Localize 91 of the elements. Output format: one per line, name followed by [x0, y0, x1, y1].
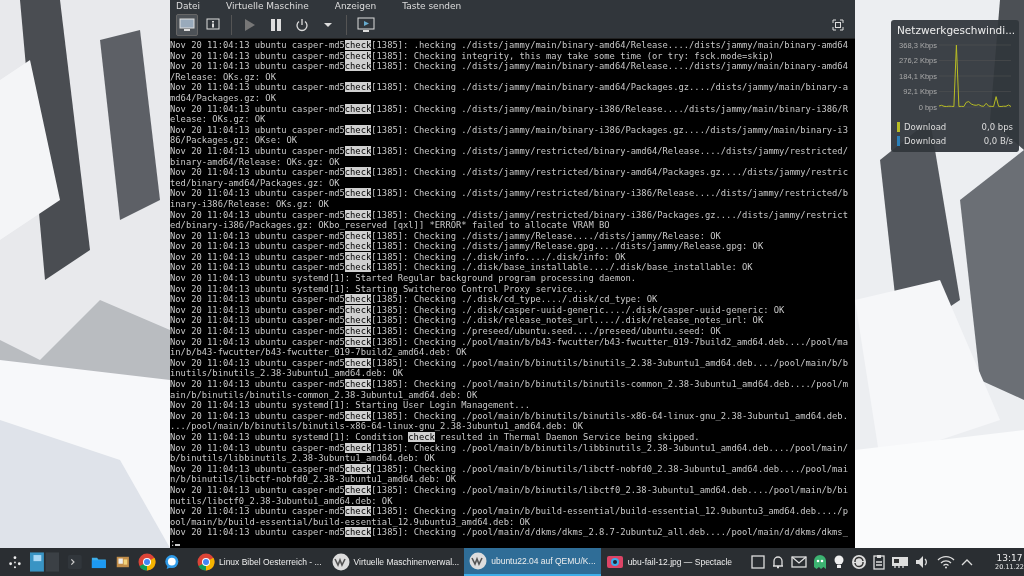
clock-time: 13:17: [996, 553, 1023, 563]
pause-icon: [270, 18, 282, 32]
console-line: .../pool/main/b/binutils/binutils-x86-64-linux-gnu_2.38-3ubuntu1_amd64.deb: OK: [170, 421, 585, 432]
console-line: Nov 20 11:04:13 ubuntu casper-md5check[1385]: .hecking ./dists/jammy/main/binary-amd64/Release..../dists/jammy/main/binary-amd64: [170, 40, 849, 51]
mail-icon[interactable]: [791, 556, 808, 568]
desktop-pager[interactable]: [29, 551, 60, 573]
console-line: ed/binary-i386/Packages.gz: OKbo_reserved [qxl]] *ERROR* failed to allocate VRAM BO: [170, 220, 611, 231]
console-line: Nov 20 11:04:13 ubuntu casper-md5check[1385]: Checking ./pool/main/b/binutils/libctf-nobfd0_2.38-3ubuntu1_amd64.deb..../pool/mai: [170, 463, 849, 475]
console-line: n/b/binutils/libctf-nobfd0_2.38-3ubuntu1_amd64.deb: OK: [170, 474, 457, 485]
console-line: inary-i386/Release: OKs.gz: OK: [170, 198, 330, 210]
ghost-icon[interactable]: [813, 554, 828, 570]
console-line: Nov 20 11:04:13 ubuntu casper-md5check[1385]: Checking ./dists/jammy/restricted/binary-i386/Release..../dists/jammy/restricted/b: [170, 188, 849, 199]
files-icon[interactable]: [114, 554, 131, 570]
task-button[interactable]: Linux Bibel Oesterreich - ...: [192, 548, 327, 576]
network-card-icon[interactable]: [891, 555, 910, 569]
console-line: Nov 20 11:04:13 ubuntu casper-md5check[1385]: Checking ./pool/main/d/dkms/dkms_2.8.7-2ubuntu2_all.deb..../pool/main/d/dkms/dkms_: [170, 527, 849, 538]
console-line: in/b/b43-fwcutter/b43-fwcutter_019-7build2_amd64.deb: OK: [170, 347, 468, 358]
console-line: Nov 20 11:04:13 ubuntu casper-md5check[1385]: Checking ./pool/main/b/binutils/libctf0_2.38-3ubuntu1_amd64.deb..../pool/main/b/bi: [170, 484, 849, 496]
chat-icon[interactable]: [164, 553, 180, 571]
console-line: Nov 20 11:04:13 ubuntu casper-md5check[1385]: Checking ./dists/jammy/restricted/binary-amd64/Packages.gz..../dists/jammy/restric: [170, 167, 849, 178]
vm-icon: [469, 552, 488, 570]
console-line: Nov 20 11:04:13 ubuntu systemd[1]: Starting Switcheroo Control Proxy service...: [170, 283, 590, 295]
console-line: Nov 20 11:04:13 ubuntu casper-md5check[1385]: Checking ./pool/main/b/binutils/binutils-x86-64-linux-gnu_2.38-3ubuntu1_amd64.deb.: [170, 410, 849, 422]
console-line: nutils/libctf0_2.38-3ubuntu1_amd64.deb: OK: [170, 495, 394, 507]
console-line: b/binutils/libbinutils_2.38-3ubuntu1_amd64.deb: OK: [170, 453, 436, 464]
console-line: Nov 20 11:04:13 ubuntu casper-md5check[1385]: Checking ./.disk/cd_type..../.disk/cd_type: OK: [170, 294, 659, 305]
console-line: Nov 20 11:04:13 ubuntu casper-md5check[1385]: Checking ./.disk/base_installable..../.disk/base_installable: OK: [170, 262, 754, 274]
terminal-icon[interactable]: [67, 553, 84, 571]
clipboard-icon[interactable]: [873, 554, 886, 570]
caret-icon: [324, 22, 332, 28]
console-line: :: [170, 537, 855, 548]
console-line: Nov 20 11:04:13 ubuntu casper-md5check[1385]: Checking ./dists/jammy/main/binary-i386/Packages.gz..../dists/jammy/main/binary-i3: [170, 124, 849, 136]
console-line: Nov 20 11:04:13 ubuntu casper-md5check[1385]: Checking ./pool/main/b/b43-fwcutter/b43-fwcutter_019-7build2_amd64.deb..../pool/ma: [170, 336, 849, 348]
console-line: inutils/binutils_2.38-3ubuntu1_amd64.deb: OK: [170, 368, 405, 379]
square-icon[interactable]: [751, 555, 766, 569]
console-line: Nov 20 11:04:13 ubuntu casper-md5check[1385]: Checking ./.disk/info..../.disk/info: OK: [170, 251, 627, 263]
legend-value: 0,0 B/s: [983, 136, 1013, 146]
console-line: md64/Packages.gz: OK: [170, 92, 277, 104]
console-line: binary-amd64/Release: OKs.gz: OK: [170, 156, 341, 168]
play-icon: [244, 18, 256, 32]
legend-value: 0,0 bps: [981, 122, 1013, 132]
console-line: Nov 20 11:04:13 ubuntu casper-md5check[1385]: Checking ./pool/main/b/binutils/binutils_2.38-3ubuntu1_amd64.deb..../pool/main/b/b: [170, 357, 849, 369]
console-line: Nov 20 11:04:13 ubuntu casper-md5check[1385]: Checking ./.disk/release_notes_url..../.disk/release_notes_url: OK: [170, 315, 765, 327]
console-line: Nov 20 11:04:13 ubuntu casper-md5check[1385]: Checking ./dists/jammy/restricted/binary-i386/Packages.gz..../dists/jammy/restrict: [170, 209, 849, 221]
legend-label: Download: [904, 122, 947, 132]
task-button[interactable]: ubuntu22.04 auf QEMU/K...: [464, 548, 601, 576]
task-button[interactable]: ubu-fail-12.jpg — Spectacle: [600, 548, 738, 576]
menu-item[interactable]: Virtuelle Maschine: [226, 1, 309, 11]
console-line: Nov 20 11:04:13 ubuntu systemd[1]: Starting User Login Management...: [170, 400, 532, 411]
console-line: ted/binary-amd64/Packages.gz: OK: [170, 177, 341, 189]
vm-icon: [331, 553, 350, 571]
console-line: Nov 20 11:04:13 ubuntu casper-md5check[1385]: Checking ./dists/jammy/restricted/binary-amd64/Release..../dists/jammy/restricted/: [170, 145, 849, 157]
widget-title: Netzwerkgeschwindi...: [897, 24, 1013, 36]
console-line: Nov 20 11:04:13 ubuntu systemd[1]: Condition check resulted in Thermal Daemon Service being skipped.: [170, 431, 701, 443]
menu-item[interactable]: Datei: [176, 1, 200, 11]
console-line: Nov 20 11:04:13 ubuntu casper-md5check[1385]: Checking integrity, this may take some time (or try: fsck.mode=skip): [170, 50, 775, 62]
menu-item[interactable]: Taste senden: [402, 1, 462, 11]
monitor-icon: [179, 18, 195, 32]
console-line: Nov 20 11:04:13 ubuntu systemd[1]: Started Regular background program processing daemon.: [170, 273, 638, 284]
console-line: ain/b/binutils/binutils-common_2.38-3ubuntu1_amd64.deb: OK: [170, 389, 479, 401]
wifi-icon[interactable]: [937, 555, 956, 569]
toolbar-button[interactable]: [176, 14, 198, 36]
task-button[interactable]: Virtuelle Maschinenverwal...: [326, 548, 465, 576]
spectacle-icon: [605, 554, 624, 570]
legend-label: Download: [904, 136, 947, 146]
console-line: elease: OKs.gz: OK: [170, 114, 267, 125]
menu-item[interactable]: Anzeigen: [334, 1, 377, 11]
app-launcher-icon[interactable]: [8, 554, 22, 570]
screen-icon: [357, 17, 375, 33]
console-line: Nov 20 11:04:13 ubuntu casper-md5check[1385]: Checking ./pool/main/b/binutils/binutils-common_2.38-3ubuntu1_amd64.deb..../pool/m: [170, 379, 849, 390]
console-line: Nov 20 11:04:13 ubuntu casper-md5check[1385]: Checking ./dists/jammy/main/binary-amd64/Packages.gz..../dists/jammy/main/binary-a: [170, 82, 849, 93]
console-line: Nov 20 11:04:13 ubuntu casper-md5check[1385]: Checking ./dists/jammy/Release.gpg..../dists/jammy/Release.gpg: OK: [170, 241, 765, 252]
console-line: Nov 20 11:04:13 ubuntu casper-md5check[1385]: Checking ./preseed/ubuntu.seed..../preseed/ubuntu.seed: OK: [170, 326, 722, 337]
bulb-icon[interactable]: [833, 554, 846, 570]
bell-icon[interactable]: [771, 555, 786, 569]
power-icon: [295, 18, 309, 32]
console-line: /Release: OKs.gz: OK: [170, 71, 277, 83]
console-line: Nov 20 11:04:13 ubuntu casper-md5check[1385]: Checking ./pool/main/b/build-essential/build-essential_12.9ubuntu3_amd64.deb..../p: [170, 506, 849, 517]
sync-icon[interactable]: [851, 554, 868, 570]
console-line: Nov 20 11:04:13 ubuntu casper-md5check[1385]: Checking ./dists/jammy/main/binary-i386/Release..../dists/jammy/main/binary-i386/R: [170, 103, 849, 115]
console-line: Nov 20 11:04:13 ubuntu casper-md5check[1385]: Checking ./.disk/casper-uuid-generic..../.disk/casper-uuid-generic: OK: [170, 304, 786, 316]
console-line: 86/Packages.gz: OKse: OK: [170, 135, 299, 146]
text-cursor: [175, 544, 181, 546]
console-line: Nov 20 11:04:13 ubuntu casper-md5check[1385]: Checking ./pool/main/b/binutils/libbinutils_2.38-3ubuntu1_amd64.deb..../pool/main/: [170, 442, 849, 454]
caret-up-icon[interactable]: [961, 558, 974, 566]
info-icon: [206, 18, 220, 32]
console-line: Nov 20 11:04:13 ubuntu casper-md5check[1385]: Checking ./dists/jammy/Release..../dists/jammy/Release: OK: [170, 230, 722, 242]
console-line: Nov 20 11:04:13 ubuntu casper-md5check[1385]: Checking ./dists/jammy/main/binary-amd64/Release..../dists/jammy/main/binary-amd64: [170, 61, 849, 72]
console-line: ool/main/b/build-essential/build-essential_12.9ubuntu3_amd64.deb: OK: [170, 516, 532, 528]
chrome-icon: [197, 553, 215, 571]
fullscreen-icon: [832, 19, 844, 31]
